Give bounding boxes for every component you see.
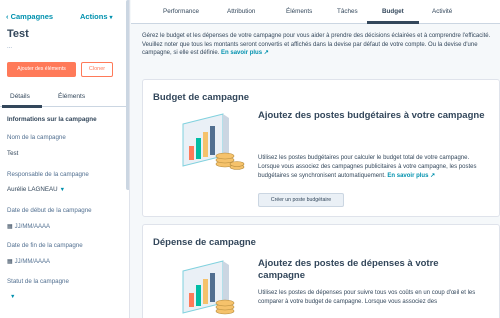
spend-card-text: Utilisez les postes de dépenses pour sui…: [258, 290, 476, 305]
create-budget-item-button[interactable]: Créer un poste budgétaire: [258, 193, 344, 207]
campaign-tabs: Performance Attribution Éléments Tâches …: [131, 0, 500, 24]
spend-card-heading: Ajoutez des postes de dépenses à votre c…: [258, 258, 439, 281]
tab-budget[interactable]: Budget: [382, 8, 404, 15]
clone-button[interactable]: Cloner: [81, 62, 113, 77]
campaign-description-placeholder[interactable]: ...: [7, 44, 12, 50]
sidebar-scrollbar[interactable]: [126, 0, 129, 190]
budget-intro-text: Gérez le budget et les dépenses de votre…: [142, 33, 491, 57]
actions-menu-button[interactable]: Actions ▾: [80, 12, 113, 21]
calendar-icon: ▦: [7, 224, 13, 230]
end-date-input[interactable]: ▦ JJ/MM/AAAA: [7, 258, 50, 265]
status-select-caret-icon[interactable]: ▼: [10, 294, 15, 300]
tab-elements[interactable]: Éléments: [58, 93, 85, 100]
spend-card: Dépense de campagne Ajoutez des postes d…: [142, 224, 500, 318]
start-date-input[interactable]: ▦ JJ/MM/AAAA: [7, 223, 50, 230]
campaign-owner-label: Responsable de la campagne: [7, 171, 89, 178]
active-tab-indicator: [367, 21, 419, 24]
section-title: Informations sur la campagne: [7, 116, 97, 123]
tab-performance[interactable]: Performance: [163, 8, 199, 15]
calendar-icon: ▦: [7, 259, 13, 265]
active-tab-indicator: [2, 105, 42, 108]
chart-coins-illustration: [182, 113, 245, 170]
tab-activity[interactable]: Activité: [432, 8, 452, 15]
back-to-campaigns-link[interactable]: ‹ Campagnes: [6, 12, 53, 21]
add-elements-button[interactable]: Ajouter des éléments: [7, 62, 76, 77]
tab-tasks[interactable]: Tâches: [337, 8, 358, 15]
tab-elements[interactable]: Éléments: [286, 8, 312, 15]
caret-down-icon: ▾: [109, 15, 113, 21]
tab-details[interactable]: Détails: [10, 93, 30, 100]
caret-down-icon: ▼: [59, 187, 66, 193]
chart-coins-illustration: [182, 260, 235, 315]
learn-more-link[interactable]: En savoir plus ↗: [221, 50, 269, 56]
budget-card: Budget de campagne Ajoutez des postes bu…: [142, 79, 500, 217]
external-link-icon: ↗: [430, 173, 436, 179]
end-date-label: Date de fin de la campagne: [7, 242, 83, 249]
start-date-label: Date de début de la campagne: [7, 207, 92, 214]
campaign-name-label: Nom de la campagne: [7, 134, 66, 141]
budget-card-heading: Ajoutez des postes budgétaires à votre c…: [258, 110, 485, 121]
tab-attribution[interactable]: Attribution: [227, 8, 255, 15]
campaign-status-label: Statut de la campagne: [7, 278, 69, 285]
campaign-sidebar: ‹ Campagnes Actions ▾ Test ... Ajouter de…: [0, 0, 130, 318]
external-link-icon: ↗: [263, 50, 269, 57]
campaign-name-value[interactable]: Test: [7, 150, 18, 157]
sidebar-tabs: Détails Éléments: [0, 90, 126, 108]
spend-card-title: Dépense de campagne: [153, 237, 256, 248]
campaign-owner-select[interactable]: Aurélie LAGNEAU ▼: [7, 186, 65, 193]
budget-card-title: Budget de campagne: [153, 92, 250, 103]
budget-card-text: Utilisez les postes budgétaires pour cal…: [258, 155, 477, 179]
learn-more-link[interactable]: En savoir plus ↗: [387, 173, 435, 179]
campaign-title: Test: [7, 28, 29, 40]
